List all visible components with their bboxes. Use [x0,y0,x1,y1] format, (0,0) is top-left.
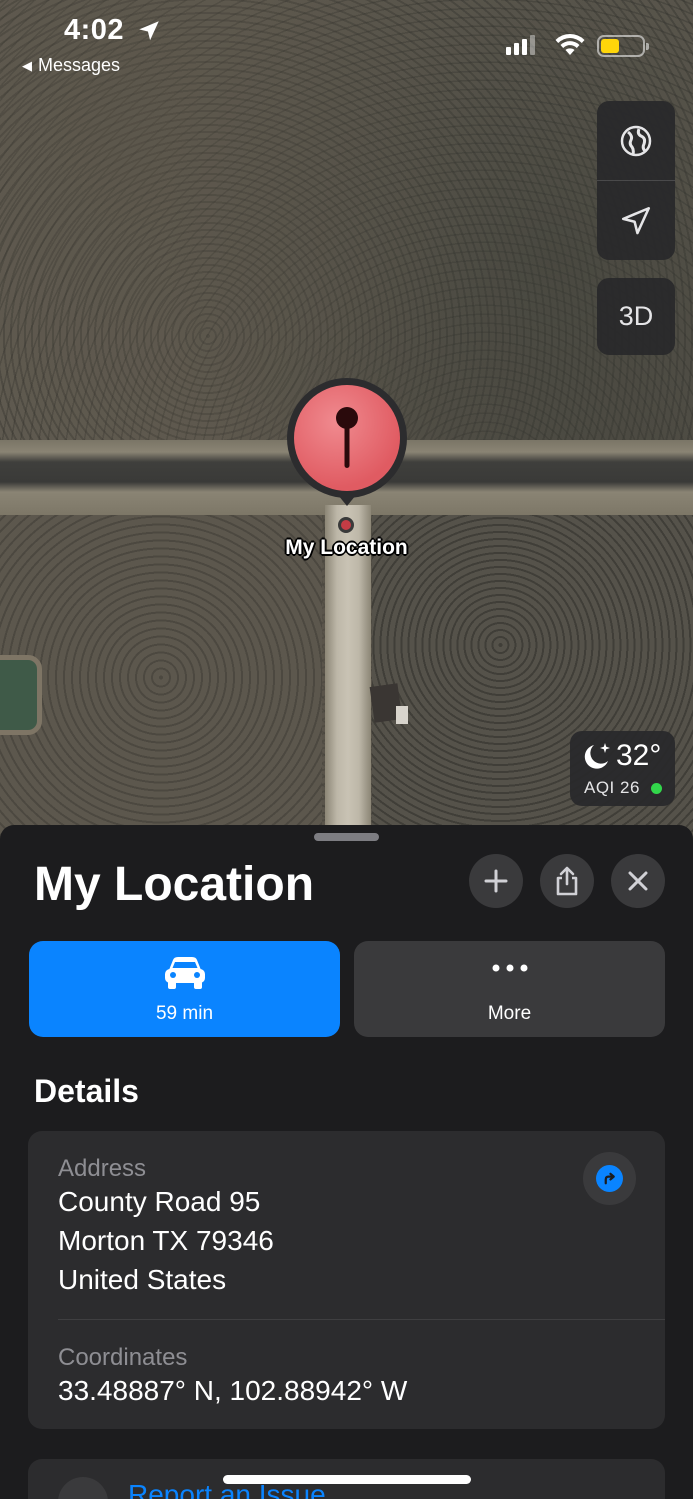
battery-icon [597,35,649,57]
location-arrow-icon [139,21,159,41]
coordinates-value[interactable]: 33.48887° N, 102.88942° W [58,1375,407,1407]
info-icon [58,1477,108,1499]
sheet-grabber[interactable] [314,833,379,841]
map-field [0,515,322,840]
globe-icon [620,125,652,156]
map-mode-button[interactable] [597,101,675,180]
wifi-icon [555,33,585,55]
tracking-button[interactable] [597,181,675,260]
details-heading: Details [34,1073,139,1109]
map-controls [597,101,675,260]
moon-stars-icon [584,743,610,769]
car-icon [164,957,205,989]
add-button[interactable] [469,854,523,908]
address-line-1[interactable]: County Road 95 [58,1186,260,1218]
back-app-label: Messages [38,55,121,75]
pin-label: My Location [285,536,408,559]
map-pond [0,655,42,735]
back-triangle-icon: ◀ [22,57,32,73]
weather-widget[interactable]: 32° AQI 26 [570,731,675,806]
address-directions-button[interactable] [583,1152,636,1205]
details-card: Address County Road 95 Morton TX 79346 U… [28,1131,665,1429]
plus-icon [484,869,508,893]
weather-temperature: 32° [616,739,662,772]
address-line-3[interactable]: United States [58,1264,226,1296]
address-line-2[interactable]: Morton TX 79346 [58,1225,274,1257]
view-3d-button[interactable]: 3D [597,278,675,355]
view-3d-label: 3D [618,301,654,331]
drive-time-label: 59 min [155,1003,214,1024]
coordinates-label: Coordinates [58,1344,188,1371]
location-arrow-icon [621,206,651,234]
share-button[interactable] [540,854,594,908]
more-button[interactable]: More [354,941,665,1037]
back-to-app-link[interactable]: ◀ Messages [22,55,120,76]
aqi-status-dot [651,783,662,794]
pin-icon [336,407,358,468]
status-time: 4:02 [64,14,125,46]
directions-arrow-icon [604,1172,615,1185]
home-indicator[interactable] [223,1475,471,1484]
map-building [396,706,408,724]
battery-fill [601,39,619,53]
aqi-label: AQI 26 [584,778,640,797]
more-label: More [487,1003,532,1024]
divider [58,1319,665,1320]
cellular-signal-icon [506,35,535,55]
address-label: Address [58,1155,147,1182]
place-title: My Location [34,858,315,911]
close-button[interactable] [611,854,665,908]
place-card-sheet: My Location 59 min More Details Address … [0,825,693,1499]
drive-directions-button[interactable]: 59 min [29,941,340,1037]
ellipsis-icon [492,964,527,972]
share-icon [556,866,578,896]
location-pin[interactable] [287,378,407,498]
close-icon [628,871,648,891]
pin-dot [338,517,354,533]
